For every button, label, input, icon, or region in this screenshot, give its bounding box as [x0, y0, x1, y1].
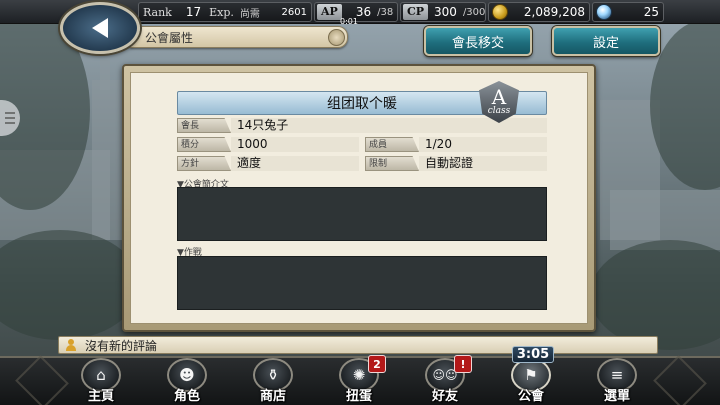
members-label: 成員 — [365, 137, 419, 152]
cp-label: CP — [403, 4, 429, 20]
limit-label: 限制 — [365, 156, 419, 171]
gem-group: 25 — [592, 2, 664, 22]
friends-alert-badge: ! — [454, 355, 472, 373]
points-members-row: 積分 1000 成員 1/20 — [177, 136, 547, 153]
ornament-right-icon — [653, 355, 707, 405]
nav-shop-label: 商店 — [259, 389, 286, 404]
ap-label: AP — [317, 4, 342, 20]
comment-text: 沒有新的評論 — [85, 338, 158, 353]
nav-friends[interactable]: ☺☺ 好友 ! — [422, 355, 472, 405]
nav-menu[interactable]: ≡ 選單 — [594, 356, 640, 405]
exp-label: Exp. — [209, 5, 234, 19]
nav-home[interactable]: ⌂ 主頁 — [78, 356, 124, 405]
back-arrow-icon — [92, 18, 108, 38]
nav-gacha[interactable]: ✺ 扭蛋 2 — [336, 355, 386, 405]
cp-group: CP 300 /300 — [400, 2, 486, 22]
leader-label: 會長 — [177, 118, 231, 133]
ornament-left-icon — [15, 355, 69, 405]
gold-value: 2,089,208 — [523, 5, 585, 19]
gem-value: 25 — [643, 5, 659, 19]
nav-friends-label: 好友 — [431, 389, 458, 404]
title-knob-icon — [328, 29, 345, 46]
game-clock: 3:05 — [512, 346, 554, 363]
gacha-count-badge: 2 — [368, 355, 386, 373]
page-title-tab: 公會屬性 — [130, 26, 348, 48]
comment-bar[interactable]: 沒有新的評論 — [58, 336, 658, 354]
gem-icon — [596, 4, 612, 20]
nav-guild[interactable]: ⚑ 公會 — [508, 356, 554, 405]
cp-max: /300 — [462, 6, 486, 18]
ap-max: /38 — [377, 6, 394, 18]
class-word: class — [487, 106, 511, 116]
exp-needed-label: 尚需 — [239, 8, 260, 20]
gold-group: 2,089,208 — [488, 2, 590, 22]
policy-limit-row: 方針 適度 限制 自動認證 — [177, 155, 547, 172]
person-icon — [65, 339, 77, 351]
exp-value: 2601 — [281, 6, 307, 18]
guild-info-content: 组团取个暖 A class 會長 14只兔子 積分 1000 成員 1/20 方… — [130, 72, 588, 324]
gold-coin-icon — [492, 4, 508, 20]
nav-guild-label: 公會 — [517, 389, 544, 404]
cp-value: 300 — [434, 5, 457, 19]
nav-home-label: 主頁 — [87, 389, 114, 404]
settings-button[interactable]: 設定 — [552, 26, 660, 56]
policy-label: 方針 — [177, 156, 231, 171]
members-value: 1/20 — [419, 137, 547, 152]
points-value: 1000 — [231, 137, 359, 152]
guild-info-panel: 组团取个暖 A class 會長 14只兔子 積分 1000 成員 1/20 方… — [122, 64, 596, 332]
nav-character[interactable]: ☻ 角色 — [164, 356, 210, 405]
ap-timer: 0:01 — [340, 17, 358, 26]
back-button[interactable] — [60, 2, 140, 54]
limit-value: 自動認證 — [419, 156, 547, 171]
strategy-text-box — [177, 256, 547, 310]
nav-gacha-label: 扭蛋 — [345, 389, 372, 404]
rank-value: 17 — [185, 5, 202, 19]
points-label: 積分 — [177, 137, 231, 152]
policy-value: 適度 — [231, 156, 359, 171]
rank-label: Rank — [143, 5, 172, 19]
nav-shop[interactable]: ⚱ 商店 — [250, 356, 296, 405]
class-letter: A — [491, 85, 507, 109]
transfer-leader-button[interactable]: 會長移交 — [424, 26, 532, 56]
intro-text-box — [177, 187, 547, 241]
nav-menu-label: 選單 — [603, 389, 630, 404]
nav-character-label: 角色 — [173, 389, 200, 404]
leader-row: 會長 14只兔子 — [177, 117, 547, 134]
rank-exp-group: Rank 17 Exp. 尚需 2601 — [138, 2, 312, 22]
page-title: 公會屬性 — [145, 30, 194, 45]
